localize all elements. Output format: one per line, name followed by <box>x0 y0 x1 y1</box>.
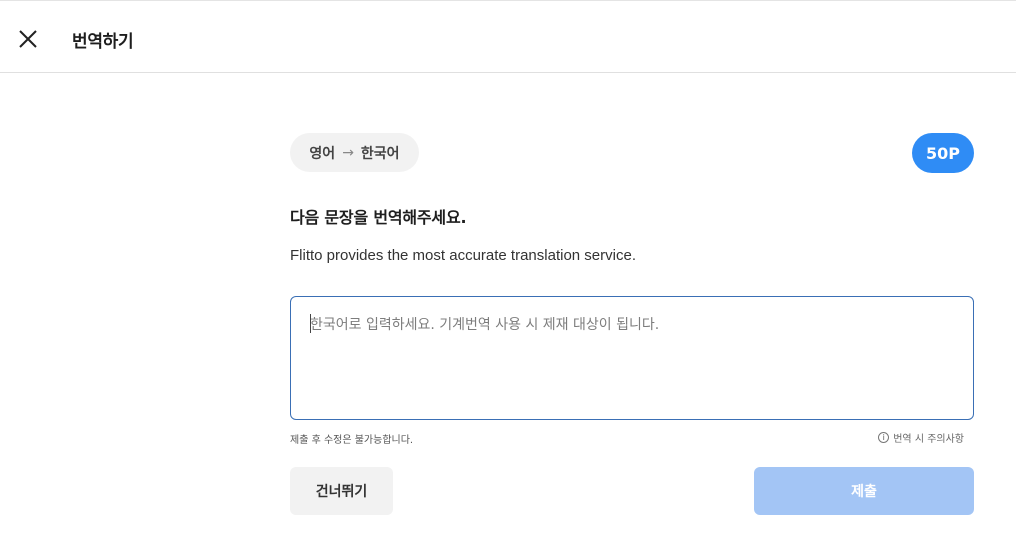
close-icon[interactable] <box>14 25 42 53</box>
instruction-heading: 다음 문장을 번역해주세요. <box>290 208 467 227</box>
close-button[interactable] <box>14 25 42 53</box>
text-caret <box>310 314 311 333</box>
skip-button[interactable]: 건너뛰기 <box>290 467 393 515</box>
page-title: 번역하기 <box>72 32 134 52</box>
points-badge: 50P <box>912 133 974 173</box>
translation-input[interactable] <box>291 297 973 419</box>
language-pair: 영어 → 한국어 <box>290 133 419 172</box>
submit-button[interactable]: 제출 <box>754 467 974 515</box>
source-sentence: Flitto provides the most accurate transl… <box>290 247 636 264</box>
translation-guidelines-link[interactable]: i 번역 시 주의사항 <box>878 430 964 445</box>
top-bar: 번역하기 <box>0 0 1016 73</box>
no-edit-notice: 제출 후 수정은 불가능합니다. <box>290 435 414 446</box>
arrow-right-icon: → <box>342 144 354 161</box>
guidelines-label: 번역 시 주의사항 <box>893 434 964 445</box>
target-language: 한국어 <box>360 145 400 162</box>
source-language: 영어 <box>309 145 336 162</box>
translation-input-box[interactable] <box>290 296 974 420</box>
info-icon: i <box>878 432 890 443</box>
